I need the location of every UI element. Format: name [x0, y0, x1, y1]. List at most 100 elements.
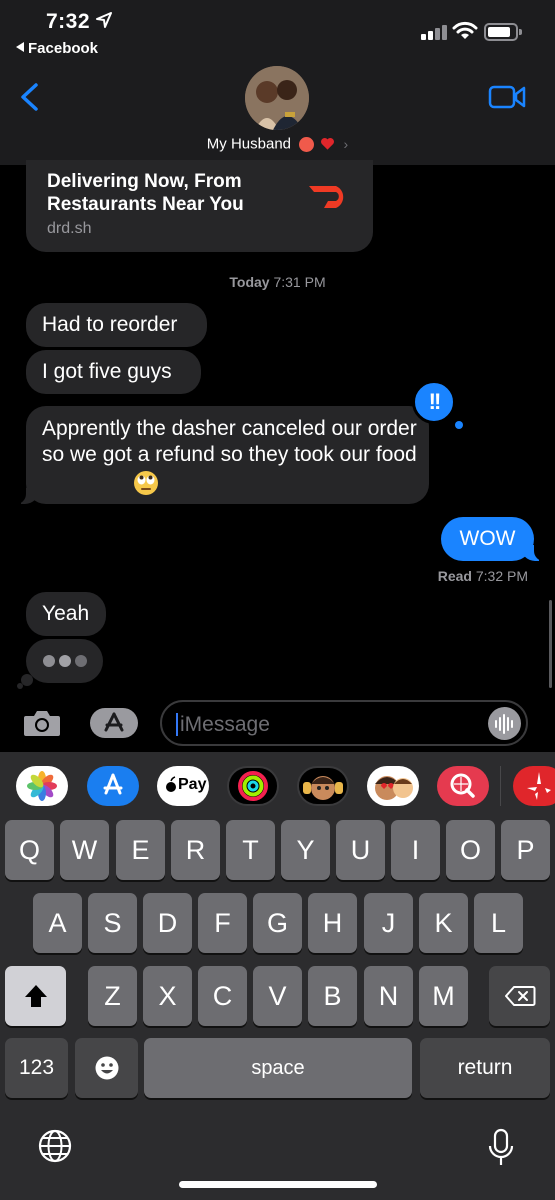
key-f[interactable]: F	[198, 893, 247, 953]
key-s[interactable]: S	[88, 893, 137, 953]
location-arrow-icon	[96, 12, 112, 28]
imessage-app-drawer: Pay	[0, 752, 555, 818]
return-key[interactable]: return	[420, 1038, 550, 1098]
yelp-app-icon[interactable]	[513, 766, 555, 806]
camera-icon[interactable]	[22, 708, 62, 738]
key-l[interactable]: L	[474, 893, 523, 953]
key-m[interactable]: M	[419, 966, 468, 1026]
shift-key[interactable]	[5, 966, 66, 1026]
message-text: WOW	[459, 527, 516, 550]
key-u[interactable]: U	[336, 820, 385, 880]
status-time: 7:32	[46, 10, 91, 33]
key-i[interactable]: I	[391, 820, 440, 880]
timestamp-time: 7:31 PM	[273, 274, 326, 290]
reaction-tail-dot	[455, 421, 463, 429]
app-store-app-icon[interactable]	[87, 766, 139, 806]
incoming-message[interactable]: Had to reorder	[26, 303, 207, 347]
home-indicator[interactable]	[179, 1181, 377, 1188]
incoming-message[interactable]: Apprently the dasher canceled our order …	[16, 406, 429, 504]
link-preview-bubble[interactable]: Delivering Now, From Restaurants Near Yo…	[26, 160, 373, 252]
key-o[interactable]: O	[446, 820, 495, 880]
contact-name-text: My Husband	[206, 135, 292, 153]
message-text: I got five guys	[42, 360, 172, 383]
key-w[interactable]: W	[60, 820, 109, 880]
voice-message-button[interactable]	[488, 707, 521, 740]
incoming-message[interactable]: Yeah	[26, 592, 106, 636]
key-h[interactable]: H	[308, 893, 357, 953]
double-exclamation-icon: !!	[428, 389, 442, 414]
delete-key[interactable]	[489, 966, 550, 1026]
key-x[interactable]: X	[143, 966, 192, 1026]
wifi-icon	[452, 21, 478, 39]
message-input[interactable]: iMessage	[160, 700, 528, 746]
incoming-message[interactable]: I got five guys	[26, 350, 201, 394]
message-input-bar: iMessage	[0, 696, 555, 752]
key-k[interactable]: K	[419, 893, 468, 953]
typing-tail-small	[17, 683, 23, 689]
conversation-header: 7:32 Facebook My Husband ›	[0, 0, 555, 165]
key-j[interactable]: J	[364, 893, 413, 953]
emoji-face-icon	[95, 1056, 118, 1080]
chevron-right-icon: ›	[343, 136, 349, 153]
face-with-rolling-eyes-emoji-icon	[134, 471, 158, 495]
app-store-icon	[104, 712, 124, 732]
chevron-left-icon[interactable]	[18, 82, 42, 112]
fitness-app-icon[interactable]	[227, 766, 279, 806]
photos-app-icon[interactable]	[16, 766, 68, 806]
drawer-divider	[500, 766, 501, 806]
shift-arrow-icon	[24, 985, 47, 1007]
dictation-mic-icon[interactable]	[488, 1128, 514, 1168]
backspace-icon	[504, 986, 535, 1006]
key-v[interactable]: V	[253, 966, 302, 1026]
contact-name[interactable]: My Husband ›	[0, 135, 555, 153]
key-g[interactable]: G	[253, 893, 302, 953]
emoji-key[interactable]	[75, 1038, 138, 1098]
image-search-app-icon[interactable]	[437, 766, 489, 806]
avatar-photo	[245, 66, 309, 130]
key-b[interactable]: B	[308, 966, 357, 1026]
read-time: 7:32 PM	[475, 568, 528, 584]
space-key[interactable]: space	[144, 1038, 412, 1098]
text-caret	[176, 713, 178, 736]
hot-face-emoji-icon	[299, 136, 315, 152]
cellular-signal-icon	[421, 24, 447, 40]
key-y[interactable]: Y	[281, 820, 330, 880]
globe-icon[interactable]	[37, 1128, 73, 1164]
message-text: Had to reorder	[42, 313, 178, 336]
battery-icon	[484, 23, 522, 41]
outgoing-message[interactable]: WOW	[441, 517, 544, 561]
key-a[interactable]: A	[33, 893, 82, 953]
apple-pay-app-icon[interactable]: Pay	[157, 766, 209, 806]
link-preview-domain: drd.sh	[47, 220, 92, 237]
timestamp-day: Today	[229, 274, 270, 290]
link-preview-title: Delivering Now, From Restaurants Near Yo…	[47, 171, 244, 215]
doordash-logo-icon	[309, 186, 344, 208]
key-t[interactable]: T	[226, 820, 275, 880]
message-timestamp: Today 7:31 PM	[0, 274, 555, 290]
typing-indicator	[26, 639, 103, 683]
scrollbar[interactable]	[549, 600, 552, 688]
message-placeholder: iMessage	[180, 713, 270, 736]
read-label: Read	[437, 568, 472, 584]
read-receipt: Read 7:32 PM	[438, 568, 528, 584]
memoji-stickers-app-icon[interactable]	[367, 766, 419, 806]
apple-pay-label: Pay	[178, 776, 207, 793]
key-e[interactable]: E	[116, 820, 165, 880]
back-to-app-link[interactable]: Facebook	[16, 40, 98, 57]
key-z[interactable]: Z	[88, 966, 137, 1026]
app-store-drawer-button[interactable]	[90, 708, 138, 738]
video-call-icon[interactable]	[488, 84, 526, 110]
key-n[interactable]: N	[364, 966, 413, 1026]
memoji-app-icon[interactable]	[297, 766, 349, 806]
numbers-key[interactable]: 123	[5, 1038, 68, 1098]
key-d[interactable]: D	[143, 893, 192, 953]
contact-avatar[interactable]	[245, 66, 309, 130]
key-q[interactable]: Q	[5, 820, 54, 880]
key-c[interactable]: C	[198, 966, 247, 1026]
message-text: Yeah	[42, 602, 90, 625]
key-p[interactable]: P	[501, 820, 550, 880]
back-app-label: Facebook	[28, 40, 99, 57]
message-text: Apprently the dasher canceled our order …	[42, 417, 417, 466]
key-r[interactable]: R	[171, 820, 220, 880]
red-heart-emoji-icon	[321, 138, 335, 150]
